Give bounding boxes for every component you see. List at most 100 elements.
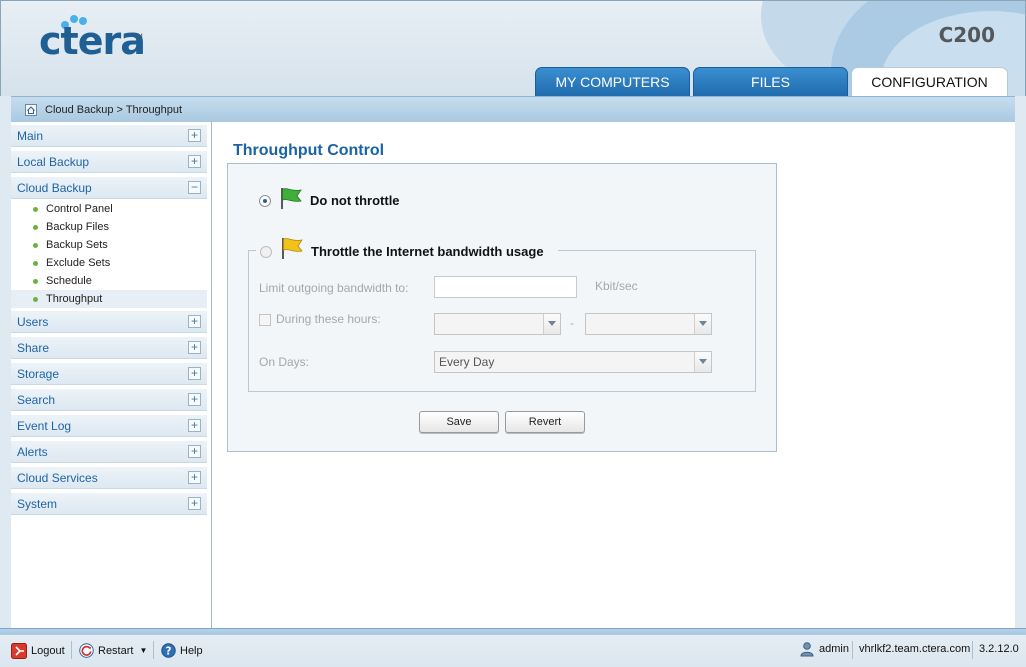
sidebar-item-label: Cloud Services bbox=[17, 471, 98, 485]
sidebar-item-label: Event Log bbox=[17, 419, 72, 433]
bullet-icon bbox=[33, 243, 38, 248]
expand-icon[interactable]: + bbox=[188, 471, 201, 484]
breadcrumb: Cloud Backup > Throughput bbox=[11, 96, 1015, 122]
sidebar-subitem-label: Exclude Sets bbox=[46, 257, 111, 269]
sidebar-subitem-control-panel[interactable]: Control Panel bbox=[11, 200, 207, 218]
logout-button[interactable]: Logout bbox=[11, 643, 65, 659]
expand-icon[interactable]: + bbox=[188, 315, 201, 328]
divider bbox=[852, 641, 853, 659]
expand-icon[interactable]: + bbox=[188, 129, 201, 142]
sidebar-item-label: Main bbox=[17, 129, 44, 143]
home-icon[interactable] bbox=[25, 103, 37, 116]
sidebar-subitem-label: Throughput bbox=[46, 293, 103, 305]
app-header: ctera TM C200 MY COMPUTERS FILES CONFIGU… bbox=[0, 0, 1026, 96]
sidebar-item-share[interactable]: Share + bbox=[11, 337, 207, 359]
sidebar-subitem-backup-sets[interactable]: Backup Sets bbox=[11, 236, 207, 254]
yellow-flag-icon bbox=[282, 238, 303, 259]
version: 3.2.12.0 bbox=[979, 643, 1019, 655]
sidebar-subitem-backup-files[interactable]: Backup Files bbox=[11, 218, 207, 236]
sidebar-subitem-schedule[interactable]: Schedule bbox=[11, 272, 207, 290]
throttle-label[interactable]: Throttle the Internet bandwidth usage bbox=[311, 244, 544, 259]
user-info: admin bbox=[799, 641, 849, 657]
chevron-down-icon[interactable] bbox=[694, 352, 711, 372]
sidebar-item-system[interactable]: System + bbox=[11, 493, 207, 515]
sidebar-item-storage[interactable]: Storage + bbox=[11, 363, 207, 385]
sidebar-item-event-log[interactable]: Event Log + bbox=[11, 415, 207, 437]
expand-icon[interactable]: + bbox=[188, 445, 201, 458]
expand-icon[interactable]: + bbox=[188, 419, 201, 432]
sidebar-subitem-exclude-sets[interactable]: Exclude Sets bbox=[11, 254, 207, 272]
no-throttle-radio[interactable] bbox=[259, 195, 271, 207]
collapse-icon[interactable]: − bbox=[188, 181, 201, 194]
on-days-label: On Days: bbox=[259, 355, 310, 369]
chevron-down-icon[interactable] bbox=[694, 314, 711, 334]
during-hours-label: During these hours: bbox=[276, 312, 381, 326]
hours-to-select[interactable] bbox=[585, 313, 712, 335]
expand-icon[interactable]: + bbox=[188, 497, 201, 510]
during-hours-checkbox[interactable] bbox=[259, 314, 271, 326]
logout-icon bbox=[11, 643, 27, 659]
sidebar-item-cloud-backup[interactable]: Cloud Backup − bbox=[11, 177, 207, 199]
bandwidth-limit-input[interactable] bbox=[434, 276, 577, 298]
help-label: Help bbox=[180, 644, 203, 657]
tab-files[interactable]: FILES bbox=[693, 67, 848, 96]
divider bbox=[71, 641, 72, 659]
sidebar-item-label: Users bbox=[17, 315, 49, 329]
expand-icon[interactable]: + bbox=[188, 393, 201, 406]
sidebar-subitem-throughput[interactable]: Throughput bbox=[11, 290, 207, 308]
logout-label: Logout bbox=[31, 645, 65, 657]
restart-button[interactable]: Restart ▼ bbox=[79, 643, 147, 658]
bullet-icon bbox=[33, 207, 38, 212]
page-title: Throughput Control bbox=[233, 142, 385, 159]
sidebar-subitem-label: Control Panel bbox=[46, 203, 113, 215]
username: admin bbox=[819, 643, 849, 655]
expand-icon[interactable]: + bbox=[188, 341, 201, 354]
chevron-down-icon[interactable] bbox=[543, 314, 560, 334]
ctera-logo: ctera bbox=[39, 19, 146, 63]
expand-icon[interactable]: + bbox=[188, 367, 201, 380]
frame-border bbox=[0, 96, 11, 628]
hostname: vhrlkf2.team.ctera.com bbox=[859, 643, 971, 655]
divider bbox=[153, 641, 154, 659]
revert-button[interactable]: Revert bbox=[505, 411, 585, 433]
chevron-down-icon[interactable]: ▼ bbox=[139, 646, 147, 655]
status-bar: Logout Restart ▼ ? Help admin vhrlkf2.te… bbox=[0, 628, 1026, 667]
bandwidth-unit-label: Kbit/sec bbox=[595, 279, 638, 293]
sidebar-item-label: Cloud Backup bbox=[17, 181, 92, 195]
sidebar-item-label: Share bbox=[17, 341, 50, 355]
sidebar-item-label: Alerts bbox=[17, 445, 48, 459]
device-model: C200 bbox=[938, 23, 995, 47]
limit-bandwidth-label: Limit outgoing bandwidth to: bbox=[259, 281, 409, 295]
logo-trademark: TM bbox=[134, 34, 143, 40]
restart-label: Restart bbox=[98, 644, 134, 657]
hours-dash: - bbox=[570, 316, 574, 330]
breadcrumb-text: Cloud Backup > Throughput bbox=[45, 103, 183, 116]
sidebar-item-users[interactable]: Users + bbox=[11, 311, 207, 333]
sidebar-subitem-label: Backup Files bbox=[46, 221, 109, 233]
sidebar-item-search[interactable]: Search + bbox=[11, 389, 207, 411]
sidebar: Main + Local Backup + Cloud Backup − Con… bbox=[11, 122, 212, 628]
green-flag-icon bbox=[281, 188, 302, 209]
sidebar-item-local-backup[interactable]: Local Backup + bbox=[11, 151, 207, 173]
bullet-icon bbox=[33, 297, 38, 302]
throttle-radio[interactable] bbox=[260, 246, 272, 258]
restart-icon bbox=[79, 643, 94, 658]
sidebar-item-cloud-services[interactable]: Cloud Services + bbox=[11, 467, 207, 489]
sidebar-item-alerts[interactable]: Alerts + bbox=[11, 441, 207, 463]
bullet-icon bbox=[33, 225, 38, 230]
sidebar-item-label: System bbox=[17, 497, 58, 511]
hours-from-select[interactable] bbox=[434, 313, 561, 335]
days-select[interactable]: Every Day bbox=[434, 351, 712, 373]
bullet-icon bbox=[33, 261, 38, 266]
frame-border bbox=[1015, 96, 1026, 628]
help-button[interactable]: ? Help bbox=[161, 643, 203, 658]
no-throttle-label[interactable]: Do not throttle bbox=[310, 193, 400, 208]
expand-icon[interactable]: + bbox=[188, 155, 201, 168]
bullet-icon bbox=[33, 279, 38, 284]
save-button[interactable]: Save bbox=[419, 411, 499, 433]
divider bbox=[972, 641, 973, 659]
tab-my-computers[interactable]: MY COMPUTERS bbox=[535, 67, 690, 96]
user-icon bbox=[800, 642, 814, 657]
tab-configuration[interactable]: CONFIGURATION bbox=[851, 67, 1008, 96]
sidebar-item-main[interactable]: Main + bbox=[11, 125, 207, 147]
